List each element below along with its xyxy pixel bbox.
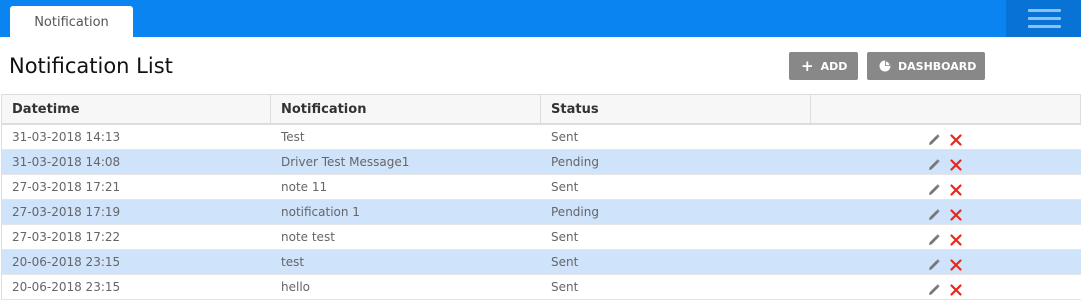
add-button[interactable]: + ADD — [789, 52, 858, 80]
pie-chart-icon — [879, 60, 891, 72]
cell-status: Sent — [551, 280, 579, 294]
cell-status: Sent — [551, 180, 579, 194]
cell-datetime: 31-03-2018 14:13 — [12, 130, 121, 144]
plus-icon: + — [801, 56, 814, 75]
hamburger-menu-button[interactable] — [1006, 0, 1081, 37]
row-actions — [928, 253, 962, 271]
delete-icon[interactable] — [950, 231, 962, 246]
delete-icon[interactable] — [950, 281, 962, 296]
cell-notification: hello — [281, 280, 310, 294]
edit-icon[interactable] — [928, 181, 940, 195]
delete-icon[interactable] — [950, 131, 962, 146]
table-row: 27-03-2018 17:22 note test Sent — [2, 225, 1081, 250]
tab-notification[interactable]: Notification — [10, 6, 133, 37]
dashboard-button[interactable]: DASHBOARD — [867, 52, 985, 80]
cell-status: Sent — [551, 255, 579, 269]
row-actions — [928, 153, 962, 171]
cell-datetime: 20-06-2018 23:15 — [12, 280, 121, 294]
cell-status: Pending — [551, 155, 599, 169]
edit-icon[interactable] — [928, 206, 940, 220]
edit-icon[interactable] — [928, 231, 940, 245]
cell-status: Sent — [551, 130, 579, 144]
edit-icon[interactable] — [928, 131, 940, 145]
row-actions — [928, 228, 962, 246]
table-row: 27-03-2018 17:19 notification 1 Pending — [2, 200, 1081, 225]
cell-status: Sent — [551, 230, 579, 244]
table-row: 31-03-2018 14:13 Test Sent — [2, 125, 1081, 150]
cell-datetime: 27-03-2018 17:19 — [12, 205, 121, 219]
hamburger-menu-icon — [1028, 9, 1061, 12]
column-header-status: Status — [541, 95, 811, 124]
dashboard-button-label: DASHBOARD — [898, 59, 977, 73]
row-actions — [928, 178, 962, 196]
row-actions — [928, 278, 962, 296]
column-header-datetime: Datetime — [2, 95, 271, 124]
add-button-label: ADD — [820, 59, 848, 73]
cell-notification: note 11 — [281, 180, 328, 194]
notification-table: Datetime Notification Status 31-03-2018 … — [1, 94, 1081, 300]
column-header-notification: Notification — [271, 95, 541, 124]
cell-notification: notification 1 — [281, 205, 360, 219]
cell-datetime: 27-03-2018 17:21 — [12, 180, 121, 194]
edit-icon[interactable] — [928, 256, 940, 270]
cell-notification: test — [281, 255, 305, 269]
cell-notification: Driver Test Message1 — [281, 155, 410, 169]
delete-icon[interactable] — [950, 206, 962, 221]
table-header: Datetime Notification Status — [2, 94, 1081, 125]
page-title: Notification List — [9, 54, 173, 78]
cell-status: Pending — [551, 205, 599, 219]
edit-icon[interactable] — [928, 281, 940, 295]
edit-icon[interactable] — [928, 156, 940, 170]
delete-icon[interactable] — [950, 156, 962, 171]
table-row: 27-03-2018 17:21 note 11 Sent — [2, 175, 1081, 200]
table-row: 31-03-2018 14:08 Driver Test Message1 Pend… — [2, 150, 1081, 175]
table-row: 20-06-2018 23:15 test Sent — [2, 250, 1081, 275]
table-row: 20-06-2018 23:15 hello Sent — [2, 275, 1081, 300]
cell-notification: note test — [281, 230, 335, 244]
row-actions — [928, 128, 962, 146]
delete-icon[interactable] — [950, 181, 962, 196]
cell-datetime: 31-03-2018 14:08 — [12, 155, 121, 169]
top-navbar: Notification — [0, 0, 1081, 37]
cell-notification: Test — [281, 130, 305, 144]
cell-datetime: 27-03-2018 17:22 — [12, 230, 121, 244]
row-actions — [928, 203, 962, 221]
table-body: 31-03-2018 14:13 Test Sent 31-03-2018 14:08… — [2, 125, 1081, 300]
cell-datetime: 20-06-2018 23:15 — [12, 255, 121, 269]
column-header-actions — [811, 95, 1081, 124]
delete-icon[interactable] — [950, 256, 962, 271]
